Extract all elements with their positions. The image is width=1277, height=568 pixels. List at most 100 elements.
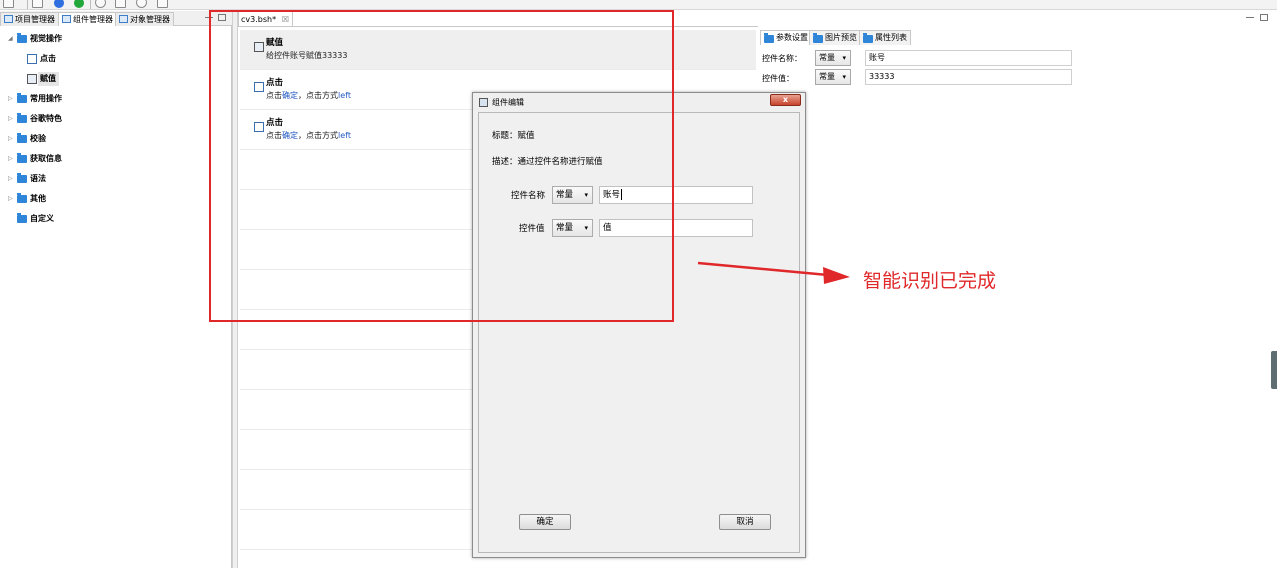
debug-icon[interactable]: [136, 0, 147, 8]
folder-icon: [17, 93, 27, 103]
tab-label: 图片预览: [825, 33, 857, 42]
play-icon[interactable]: [95, 0, 106, 8]
record-icon[interactable]: [54, 0, 64, 8]
text-cursor: [621, 189, 623, 200]
run-icon[interactable]: [74, 0, 84, 8]
tab-label: 项目管理器: [15, 15, 55, 24]
cursor-click-icon: [254, 82, 264, 92]
step-icon[interactable]: [115, 0, 126, 8]
maximize-icon[interactable]: [1260, 14, 1268, 21]
minimize-icon[interactable]: [205, 17, 213, 18]
left-panel: 项目管理器 组件管理器 对象管理器 ◢ 视觉操作 点击 赋值 ▷ 常用操作 ▷ …: [0, 11, 232, 568]
tab-label: 属性列表: [875, 33, 907, 42]
tree-label: 常用操作: [30, 94, 62, 103]
step-title: 点击: [266, 118, 284, 128]
select-value: 常量: [556, 223, 574, 233]
expand-arrow-icon[interactable]: ◢: [8, 32, 16, 46]
annotation-arrow-icon: [697, 261, 850, 284]
folder-icon: [813, 33, 823, 43]
component-edit-dialog: 组件编辑 x 标题：赋值 描述：通过控件名称进行赋值 控件名称 常量 ▾ 账号 …: [472, 92, 806, 558]
step-desc: 点击确定，点击方式left: [266, 90, 351, 101]
field-type-select[interactable]: 常量 ▾: [552, 219, 593, 237]
collapse-arrow-icon[interactable]: ▷: [8, 112, 16, 126]
folder-icon: [17, 133, 27, 143]
annotation-text: 智能识别已完成: [863, 270, 997, 292]
desc-mode: left: [338, 91, 351, 100]
step-title: 赋值: [266, 38, 284, 48]
input-value: 值: [603, 223, 612, 233]
editor-tab-divider: [238, 26, 758, 27]
folder-icon: [764, 33, 774, 43]
input-value: 33333: [869, 72, 895, 81]
close-button[interactable]: x: [770, 94, 801, 106]
tab-param-settings[interactable]: 参数设置: [760, 30, 812, 45]
left-tab-bar: 项目管理器 组件管理器 对象管理器: [0, 11, 232, 26]
param-label: 控件值：: [762, 74, 794, 83]
dialog-title-line: 标题：赋值: [492, 131, 535, 141]
select-value: 常量: [819, 72, 835, 81]
tab-project-manager[interactable]: 项目管理器: [0, 12, 59, 26]
tree-label: 视觉操作: [30, 34, 62, 43]
param-value-input[interactable]: 账号: [865, 50, 1072, 66]
ok-button[interactable]: 确定: [519, 514, 571, 530]
tab-component-manager[interactable]: 组件管理器: [58, 12, 117, 26]
window-icon: [479, 98, 488, 107]
tab-property-list[interactable]: 属性列表: [859, 30, 911, 45]
chevron-down-icon: ▾: [842, 54, 846, 62]
select-value: 常量: [819, 53, 835, 62]
step-desc: 点击确定，点击方式left: [266, 130, 351, 141]
collapse-arrow-icon[interactable]: ▷: [8, 132, 16, 146]
side-drawer-handle[interactable]: [1271, 351, 1277, 389]
param-value-input[interactable]: 33333: [865, 69, 1072, 85]
tree-label: 谷歌特色: [30, 114, 62, 123]
folder-icon: [17, 153, 27, 163]
editor-tab[interactable]: cv3.bsh* ☒: [238, 11, 294, 27]
param-type-select[interactable]: 常量 ▾: [815, 50, 851, 66]
cursor-click-icon: [27, 54, 37, 64]
tree-label: 校验: [30, 134, 46, 143]
chevron-down-icon: ▾: [584, 191, 588, 199]
tab-label: 参数设置: [776, 33, 808, 42]
new-icon[interactable]: [3, 0, 14, 8]
tab-image-preview[interactable]: 图片预览: [809, 30, 861, 45]
field-label: 控件名称: [511, 191, 546, 201]
step-desc: 给控件账号赋值33333: [266, 51, 348, 60]
field-label: 控件值: [519, 224, 545, 234]
step-row[interactable]: 赋值 给控件账号赋值33333: [240, 30, 756, 70]
field-value-input[interactable]: 值: [599, 219, 753, 237]
component-icon: [62, 15, 71, 23]
project-icon: [4, 15, 13, 23]
collapse-arrow-icon[interactable]: ▷: [8, 152, 16, 166]
desc-text: 点击: [266, 131, 282, 140]
tree-label: 获取信息: [30, 154, 62, 163]
input-value: 账号: [603, 190, 621, 200]
field-type-select[interactable]: 常量 ▾: [552, 186, 593, 204]
right-tab-bar: 参数设置 图片预览 属性列表: [758, 30, 1277, 45]
save-icon[interactable]: [32, 0, 43, 8]
field-value-input[interactable]: 账号: [599, 186, 753, 204]
select-value: 常量: [556, 190, 574, 200]
collapse-arrow-icon[interactable]: ▷: [8, 92, 16, 106]
minimize-icon[interactable]: [1246, 17, 1254, 18]
desc-text: ，点击方式: [298, 91, 338, 100]
cancel-button[interactable]: 取消: [719, 514, 771, 530]
param-type-select[interactable]: 常量 ▾: [815, 69, 851, 85]
dialog-body: 标题：赋值 描述：通过控件名称进行赋值 控件名称 常量 ▾ 账号 控件值 常量 …: [478, 112, 800, 553]
desc-target: 确定: [282, 131, 298, 140]
tab-object-manager[interactable]: 对象管理器: [115, 12, 174, 26]
folder-icon: [17, 193, 27, 203]
dialog-titlebar[interactable]: 组件编辑 x: [473, 93, 805, 111]
folder-icon: [17, 173, 27, 183]
grid-icon[interactable]: [157, 0, 168, 8]
button-label: 确定: [536, 517, 554, 527]
folder-icon: [17, 213, 27, 223]
collapse-arrow-icon[interactable]: ▷: [8, 192, 16, 206]
image-icon: [27, 74, 37, 84]
button-label: 取消: [736, 517, 754, 527]
tab-label: 组件管理器: [73, 15, 113, 24]
tree-label: 语法: [30, 174, 46, 183]
maximize-icon[interactable]: [218, 14, 226, 21]
close-tab-icon[interactable]: ☒: [282, 12, 289, 27]
collapse-arrow-icon[interactable]: ▷: [8, 172, 16, 186]
close-icon: x: [782, 95, 789, 104]
